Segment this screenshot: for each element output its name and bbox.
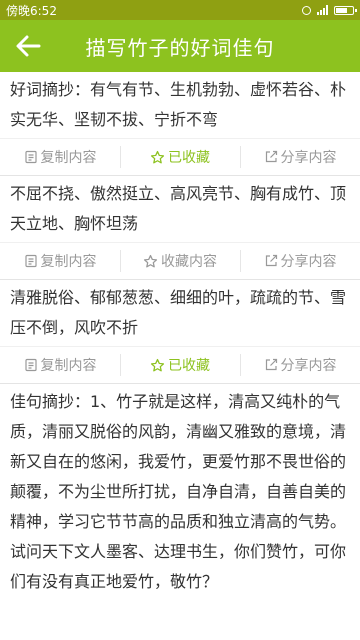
share-label: 分享内容 [280,150,337,166]
copy-button[interactable]: 复制内容 [0,139,120,175]
signal-icon [317,5,328,15]
favorite-button[interactable]: 已收藏 [120,347,240,383]
favorite-label: 收藏内容 [161,254,217,270]
copy-icon [24,150,37,164]
phrase-card: 不屈不挠、傲然挺立、高风亮节、胸有成竹、顶天立地、胸怀坦荡 复制内容 收藏内容 … [0,176,360,280]
copy-label: 复制内容 [40,358,97,374]
phrase-text: 清雅脱俗、郁郁葱葱、细细的叶，疏疏的节、雪压不倒，风吹不折 [10,288,347,337]
share-label: 分享内容 [280,358,337,374]
share-icon [265,150,277,163]
phrase-card: 清雅脱俗、郁郁葱葱、细细的叶，疏疏的节、雪压不倒，风吹不折 复制内容 已收藏 分… [0,280,360,384]
copy-label: 复制内容 [40,254,97,270]
content-list[interactable]: 好词摘抄：有气有节、生机勃勃、虚怀若谷、朴实无华、坚韧不拔、宁折不弯 复制内容 … [0,72,360,640]
copy-button[interactable]: 复制内容 [0,243,120,279]
star-icon [143,254,158,267]
share-label: 分享内容 [280,254,337,270]
share-button[interactable]: 分享内容 [240,347,360,383]
card-actions: 复制内容 收藏内容 分享内容 [0,242,360,279]
share-icon [265,254,277,267]
card-actions: 复制内容 已收藏 分享内容 [0,346,360,383]
star-icon [150,358,165,371]
share-button[interactable]: 分享内容 [240,243,360,279]
card-actions: 复制内容 已收藏 分享内容 [0,138,360,175]
arrow-left-icon [16,35,41,57]
favorite-button[interactable]: 已收藏 [120,139,240,175]
favorite-label: 已收藏 [168,150,210,166]
app-bar: 描写竹子的好词佳句 [0,20,360,72]
status-icons [302,5,357,15]
copy-icon [24,254,37,268]
status-bar: 傍晚6:52 [0,0,360,20]
copy-button[interactable]: 复制内容 [0,347,120,383]
copy-icon [24,358,37,372]
star-icon [150,150,165,163]
alarm-icon [302,5,311,15]
share-button[interactable]: 分享内容 [240,139,360,175]
status-time: 傍晚6:52 [6,3,57,18]
sentence-text: 佳句摘抄：1、竹子就是这样，清高又纯朴的气质，清丽又脱俗的风韵，清幽又雅致的意境… [10,392,347,591]
share-icon [265,358,277,371]
favorite-button[interactable]: 收藏内容 [120,243,240,279]
sentence-card: 佳句摘抄：1、竹子就是这样，清高又纯朴的气质，清丽又脱俗的风韵，清幽又雅致的意境… [0,384,360,597]
favorite-label: 已收藏 [168,358,210,374]
phrase-card: 好词摘抄：有气有节、生机勃勃、虚怀若谷、朴实无华、坚韧不拔、宁折不弯 复制内容 … [0,72,360,176]
back-button[interactable] [0,20,56,72]
copy-label: 复制内容 [40,150,97,166]
battery-icon [334,5,357,15]
phrase-text: 好词摘抄：有气有节、生机勃勃、虚怀若谷、朴实无华、坚韧不拔、宁折不弯 [10,80,347,129]
phrase-text: 不屈不挠、傲然挺立、高风亮节、胸有成竹、顶天立地、胸怀坦荡 [10,184,347,233]
